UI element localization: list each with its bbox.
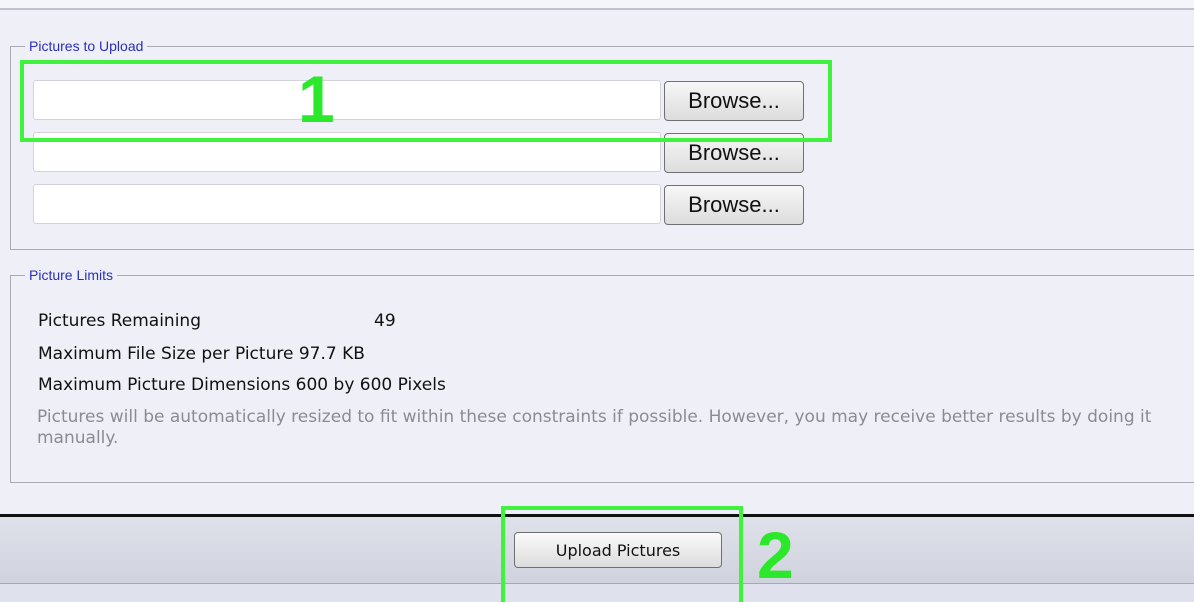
limit-value: 97.7 KB xyxy=(298,344,365,364)
limit-label: Pictures Remaining xyxy=(38,311,201,331)
step-1-number: 1 xyxy=(298,62,335,136)
top-divider xyxy=(0,0,1194,10)
step-2-number: 2 xyxy=(757,518,794,592)
limit-row-pictures-remaining: Pictures Remaining xyxy=(38,310,201,332)
step-1-highlight-box xyxy=(20,60,832,142)
browse-button-3[interactable]: Browse... xyxy=(664,185,804,225)
limit-row-max-file-size: Maximum File Size per Picture 97.7 KB xyxy=(38,343,365,365)
limit-label: Maximum Picture Dimensions xyxy=(38,375,291,395)
resize-note: Pictures will be automatically resized t… xyxy=(37,407,1152,448)
step-2-highlight-box xyxy=(501,506,743,602)
pictures-to-upload-legend: Pictures to Upload xyxy=(25,37,148,55)
limit-label: Maximum File Size per Picture xyxy=(38,344,294,364)
file-path-input-3[interactable] xyxy=(33,184,661,224)
limit-value: 600 by 600 Pixels xyxy=(295,375,446,395)
picture-limits-legend: Picture Limits xyxy=(25,266,118,284)
limit-row-max-dimensions: Maximum Picture Dimensions 600 by 600 Pi… xyxy=(38,374,446,396)
limit-value: 49 xyxy=(374,311,396,331)
